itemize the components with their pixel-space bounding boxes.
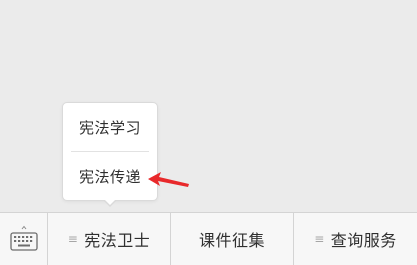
submenu-indicator-icon: ≡ <box>314 232 325 246</box>
keyboard-icon <box>10 225 38 251</box>
red-arrow-icon <box>148 172 189 187</box>
menu-item-label: 宪法卫士 <box>84 231 151 250</box>
menu-item-label: 查询服务 <box>330 231 397 250</box>
wechat-menu-screen: 宪法学习 宪法传递 ≡ 宪法卫士 课件征集 ≡ 查询服务 <box>0 0 417 265</box>
menu-item-kejian-zhengji[interactable]: 课件征集 <box>171 213 294 265</box>
submenu-item-label: 宪法学习 <box>78 118 141 137</box>
bottom-menu-bar: ≡ 宪法卫士 课件征集 ≡ 查询服务 <box>0 212 417 265</box>
menu-item-chaxun-fuwu[interactable]: ≡ 查询服务 <box>294 213 417 265</box>
menu-item-label: 课件征集 <box>198 231 265 250</box>
submenu-popup: 宪法学习 宪法传递 <box>62 102 158 201</box>
menu-item-xianfa-weishi[interactable]: ≡ 宪法卫士 <box>48 213 171 265</box>
submenu-indicator-icon: ≡ <box>67 232 79 246</box>
submenu-item-label: 宪法传递 <box>78 167 141 186</box>
submenu-item-xianfa-xuexi[interactable]: 宪法学习 <box>63 103 157 151</box>
submenu-caret-fill <box>104 199 116 205</box>
keyboard-toggle-button[interactable] <box>0 213 48 265</box>
submenu-item-xianfa-chuandi[interactable]: 宪法传递 <box>63 152 157 200</box>
